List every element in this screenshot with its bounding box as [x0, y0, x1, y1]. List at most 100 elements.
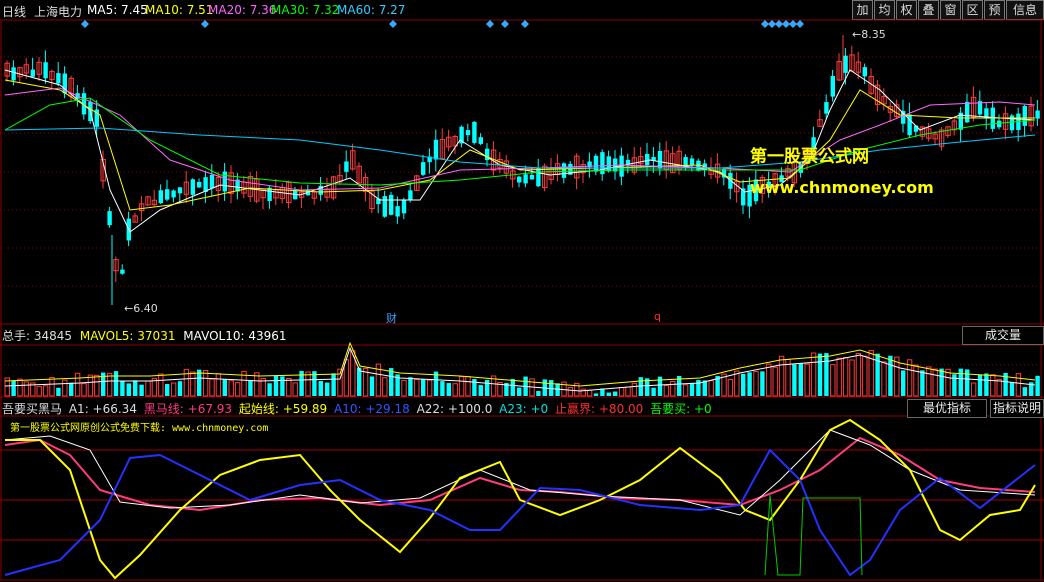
- event-finance-marker[interactable]: 财: [386, 310, 397, 326]
- indicator-a22: A22: +100.0: [416, 402, 493, 416]
- volume-bar: [778, 355, 785, 397]
- volume-bar: [567, 386, 574, 397]
- volume-bar: [830, 364, 836, 397]
- volume-bar: [401, 379, 407, 397]
- volume-bar: [836, 357, 842, 397]
- volume-bar: [126, 383, 131, 396]
- volume-bar: [1015, 373, 1022, 397]
- indicator-lines: [4, 418, 1036, 580]
- volume-header: 总手: 34845 MAVOL5: 37031 MAVOL10: 43961: [2, 327, 287, 344]
- volume-button[interactable]: 成交量: [962, 326, 1044, 345]
- volume-bar: [426, 379, 433, 397]
- volume-bar: [727, 379, 734, 397]
- volume-bar: [965, 369, 970, 396]
- volume-bar: [670, 380, 676, 397]
- event-diamond: [501, 20, 509, 28]
- volume-bar: [702, 380, 707, 396]
- a1-line: [4, 429, 1036, 516]
- volume-bar: [792, 364, 797, 396]
- candle-body: [830, 76, 835, 97]
- volume-bar: [222, 379, 227, 396]
- volume-bar: [990, 374, 996, 397]
- volume-bar: [510, 379, 515, 396]
- candle-body: [561, 163, 567, 178]
- candle-body: [30, 69, 35, 77]
- volume-bar: [145, 380, 151, 397]
- volume-bar: [139, 384, 144, 396]
- volume-bar: [465, 376, 471, 397]
- volume-bar: [408, 377, 413, 396]
- volume-bar: [939, 368, 944, 396]
- candle-body: [1022, 106, 1027, 126]
- volume-bar: [382, 377, 388, 397]
- candle-body: [190, 179, 195, 195]
- stock-chart[interactable]: [0, 0, 1044, 582]
- event-diamond: [486, 20, 494, 28]
- volume-bar: [824, 353, 829, 396]
- indicator-heima: 黑马线: +67.93: [143, 402, 233, 416]
- watermark-url: www.chnmoney.com: [750, 178, 934, 197]
- volume-bar: [855, 353, 862, 397]
- candle-body: [645, 154, 650, 165]
- volume-bar: [11, 380, 16, 396]
- volume-bar: [1022, 387, 1027, 396]
- volume-bar: [1009, 382, 1015, 396]
- volume-bar: [613, 391, 618, 396]
- volume-bar: [517, 387, 522, 396]
- volume-bar: [920, 370, 925, 396]
- candle-body: [222, 171, 227, 192]
- mavol10-line: [4, 346, 1036, 392]
- volume-bar: [458, 376, 465, 397]
- event-diamond: [768, 20, 776, 28]
- candle-body: [43, 62, 48, 79]
- volume-bar: [689, 382, 695, 396]
- volume-bar: [804, 363, 810, 397]
- volume-bar: [113, 371, 119, 396]
- candle-body: [529, 174, 535, 180]
- volume-bar: [177, 381, 183, 396]
- volume-bar: [357, 367, 362, 396]
- volume-bar: [165, 383, 170, 396]
- candle-body: [606, 156, 611, 172]
- indicator-a1: A1: +66.34: [68, 402, 137, 416]
- candle-body: [689, 158, 695, 166]
- indicator-woyaomai: 吾要买: +0: [650, 402, 712, 416]
- volume-bar: [36, 386, 42, 397]
- volume-bar: [170, 382, 177, 397]
- volume-bar: [49, 376, 55, 397]
- mavol5-value: MAVOL5: 37031: [79, 329, 176, 343]
- volume-bar: [81, 383, 87, 397]
- low-price-label: ←6.40: [124, 302, 158, 315]
- candle-body: [625, 159, 631, 165]
- candle-body: [344, 161, 349, 172]
- volume-bar: [913, 364, 919, 397]
- volume-bar: [862, 355, 868, 397]
- event-diamond: [389, 20, 397, 28]
- candle-body: [421, 162, 426, 175]
- candle-body: [843, 55, 848, 73]
- high-price-value: 8.35: [861, 28, 886, 41]
- best-indicator-button[interactable]: 最优指标: [907, 399, 987, 418]
- volume-bar: [932, 368, 938, 397]
- volume-bar: [478, 385, 483, 396]
- volume-bar: [682, 384, 689, 397]
- volume-bar: [452, 383, 458, 397]
- volume-bar: [120, 380, 125, 396]
- volume-bar: [369, 376, 375, 396]
- volume-bar: [696, 379, 701, 396]
- event-diamond: [761, 20, 769, 28]
- volume-bar: [273, 375, 279, 396]
- candle-body: [171, 190, 176, 198]
- volume-bar: [94, 374, 100, 397]
- volume-bar: [215, 373, 222, 397]
- event-diamond: [201, 20, 209, 28]
- event-diamond: [782, 20, 790, 28]
- candle-body: [862, 67, 867, 77]
- event-q-marker[interactable]: q: [654, 310, 661, 323]
- volume-bar: [817, 353, 823, 396]
- indicator-a23: A23: +0: [499, 402, 549, 416]
- volume-bar: [325, 382, 330, 396]
- indicator-subtitle: 第一股票公式网原创公式免费下载: www.chnmoney.com: [10, 423, 269, 434]
- indicator-help-button[interactable]: 指标说明: [990, 399, 1044, 418]
- candle-body: [165, 189, 170, 200]
